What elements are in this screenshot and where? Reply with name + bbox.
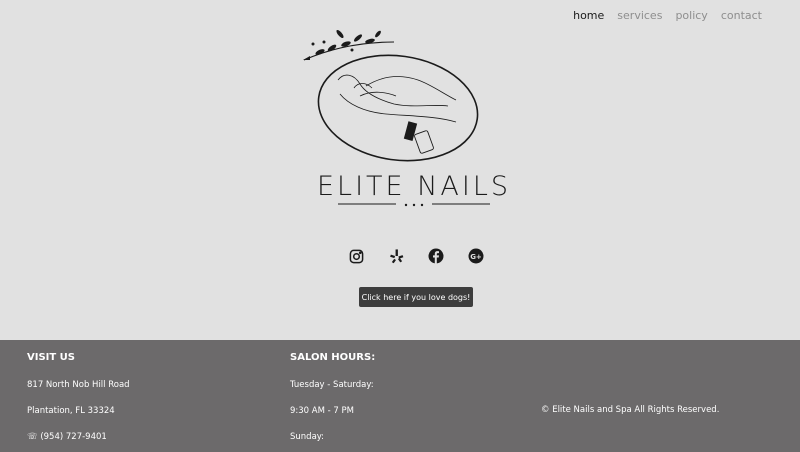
address-line-2: Plantation, FL 33324 [27,406,115,416]
phone-number[interactable]: ☏ (954) 727-9401 [27,432,107,442]
google-plus-icon[interactable]: G+ [466,246,486,266]
site-footer: VISIT US 817 North Nob Hill Road Plantat… [0,340,800,452]
hours-line-3: Sunday: [290,432,325,442]
nav-contact[interactable]: contact [721,9,762,22]
address-line-1: 817 North Nob Hill Road [27,380,130,390]
facebook-icon[interactable] [426,246,446,266]
nav-services[interactable]: services [617,9,662,22]
social-links: G+ [346,246,486,266]
hours-heading: SALON HOURS: [290,352,376,363]
hours-line-1: Tuesday - Saturday: [290,380,374,390]
yelp-icon[interactable] [386,246,406,266]
main-nav: home services policy contact [573,9,762,22]
nav-policy[interactable]: policy [675,9,707,22]
brand-name: ELITE NAILS [316,171,511,202]
visit-heading: VISIT US [27,352,76,363]
svg-text:G+: G+ [470,253,482,261]
instagram-icon[interactable] [346,246,366,266]
nav-home[interactable]: home [573,9,604,22]
copyright: © Elite Nails and Spa All Rights Reserve… [541,405,720,415]
love-dogs-button[interactable]: Click here if you love dogs! [359,287,473,307]
hours-line-2: 9:30 AM - 7 PM [290,406,354,416]
